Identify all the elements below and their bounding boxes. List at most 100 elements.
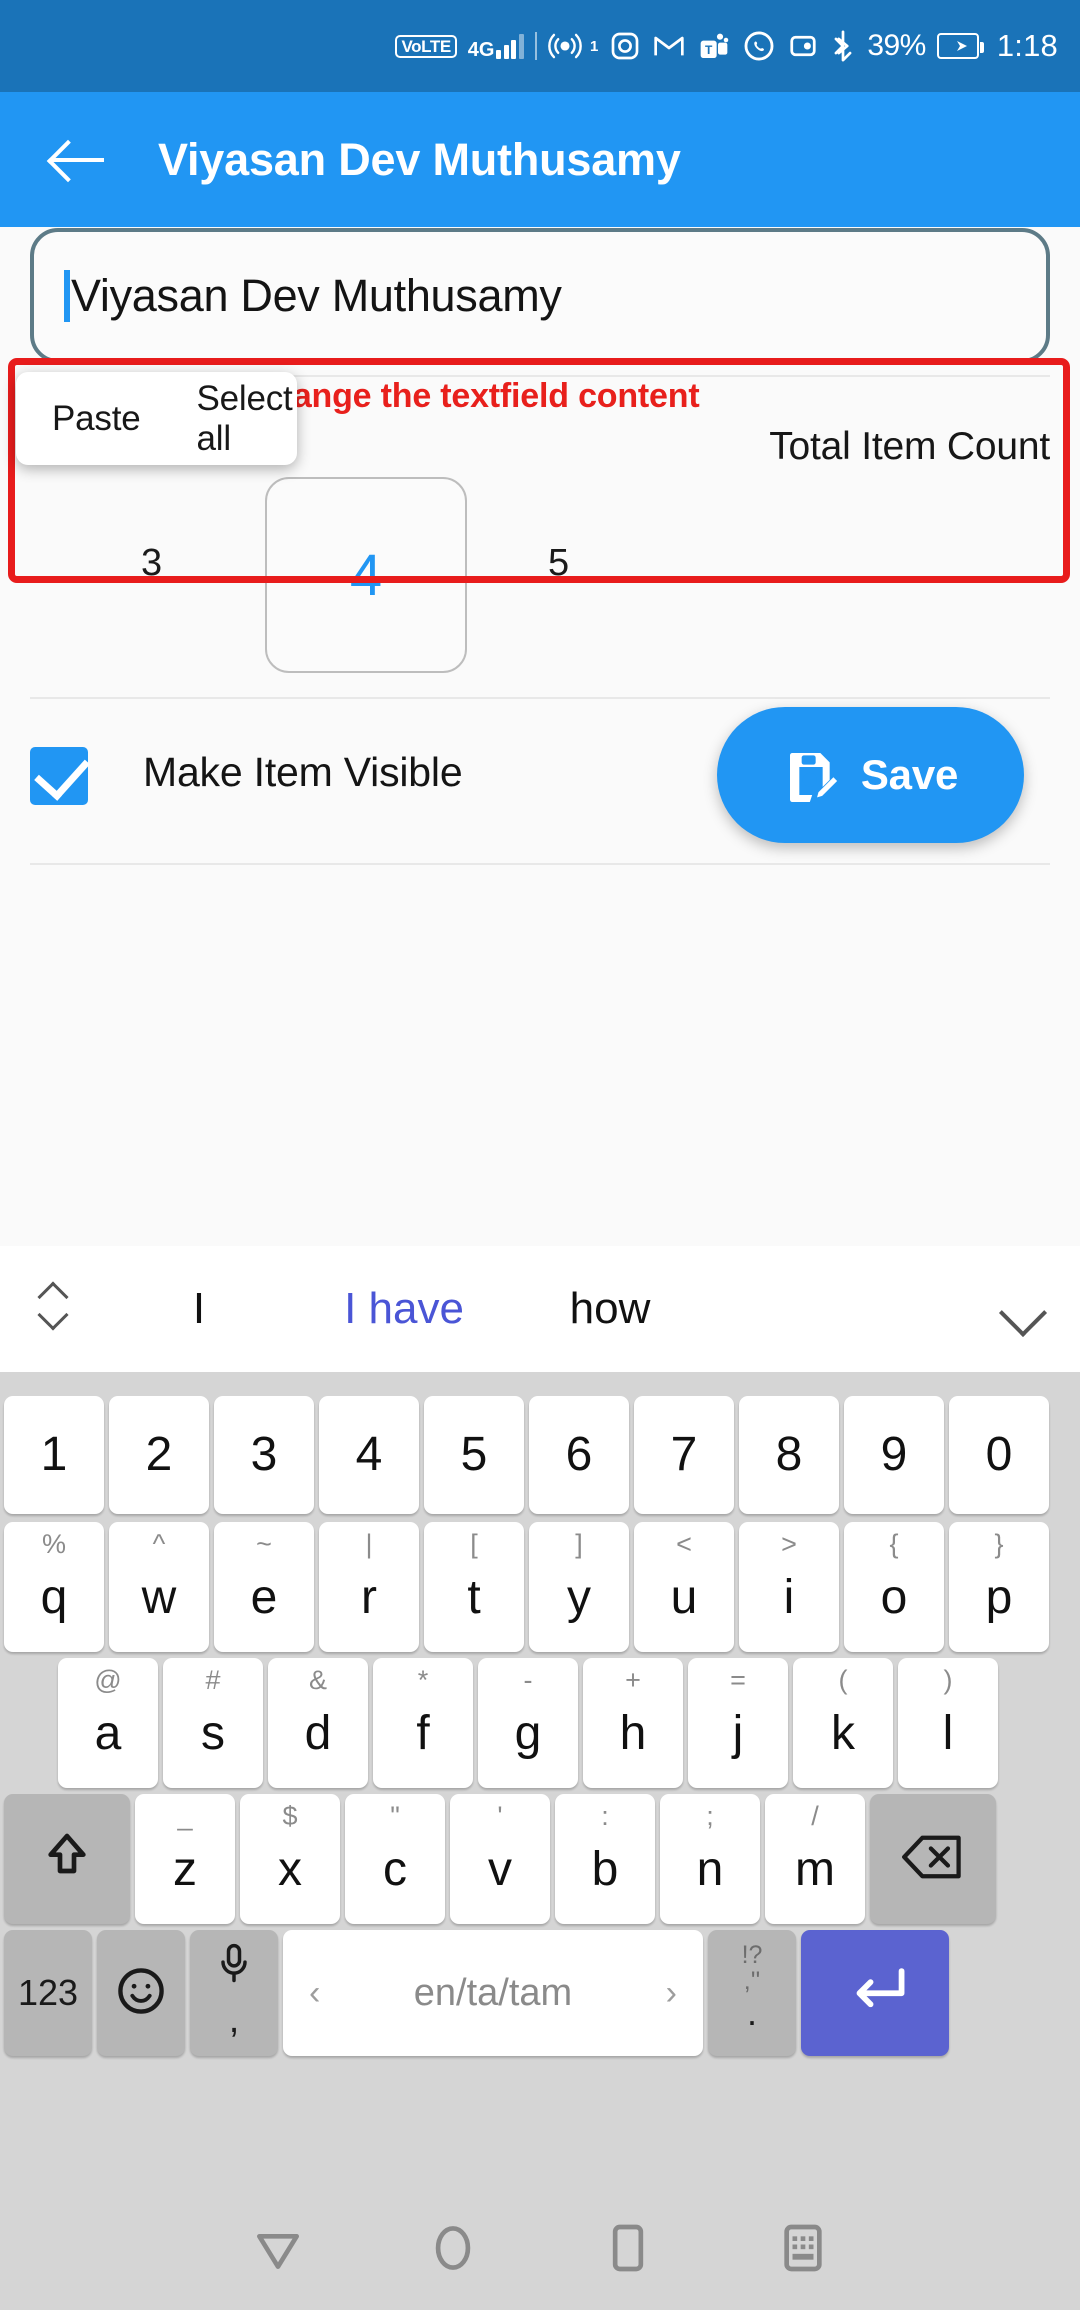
phone-screen: VoLTE 4G 1 T 39% 1:18 Viyasan Dev Muthus… bbox=[0, 0, 1080, 2310]
suggestion-2[interactable]: how bbox=[490, 1284, 730, 1334]
space-key[interactable]: ‹ en/ta/tam › bbox=[283, 1930, 703, 2056]
divider-middle bbox=[30, 697, 1050, 699]
battery-charging-icon bbox=[936, 33, 984, 59]
system-nav-bar bbox=[0, 2186, 1080, 2310]
page-title: Viyasan Dev Muthusamy bbox=[158, 133, 681, 185]
key-u[interactable]: < u bbox=[634, 1522, 734, 1652]
picker-next-value[interactable]: 5 bbox=[548, 542, 569, 585]
key-l[interactable]: ) l bbox=[898, 1658, 998, 1788]
key-q[interactable]: % q bbox=[4, 1522, 104, 1652]
expand-suggestions-icon[interactable] bbox=[36, 1281, 72, 1336]
key-y[interactable]: ] y bbox=[529, 1522, 629, 1652]
period-label: . bbox=[746, 1992, 757, 2033]
name-input-value: Viyasan Dev Muthusamy bbox=[71, 269, 562, 321]
keyboard-row-bottom: 123 , ‹ en/ta/tam › !? ,'' . bbox=[0, 1930, 1080, 2056]
status-divider bbox=[534, 32, 537, 60]
key-x[interactable]: $ x bbox=[240, 1794, 340, 1924]
nav-keyboard-icon[interactable] bbox=[766, 2211, 840, 2285]
nav-recents-icon[interactable] bbox=[591, 2211, 665, 2285]
key-2[interactable]: 2 bbox=[109, 1396, 209, 1514]
key-e[interactable]: ~ e bbox=[214, 1522, 314, 1652]
key-v[interactable]: ' v bbox=[450, 1794, 550, 1924]
gmail-icon bbox=[652, 30, 686, 62]
whatsapp-icon bbox=[742, 29, 776, 63]
svg-text:T: T bbox=[705, 43, 713, 57]
emoji-key[interactable] bbox=[97, 1930, 185, 2056]
picker-selected-box[interactable]: 4 bbox=[265, 477, 467, 673]
enter-key[interactable] bbox=[801, 1930, 949, 2056]
key-r[interactable]: | r bbox=[319, 1522, 419, 1652]
key-j[interactable]: = j bbox=[688, 1658, 788, 1788]
prev-language-icon[interactable]: ‹ bbox=[309, 1974, 320, 2013]
key-a[interactable]: @ a bbox=[58, 1658, 158, 1788]
key-3[interactable]: 3 bbox=[214, 1396, 314, 1514]
hotspot-count-badge: 1 bbox=[589, 37, 599, 55]
divider-bottom bbox=[30, 863, 1050, 865]
key-b[interactable]: :b bbox=[555, 1794, 655, 1924]
text-context-menu[interactable]: Paste Select all bbox=[16, 372, 297, 465]
shift-key[interactable] bbox=[4, 1794, 130, 1924]
period-key[interactable]: !? ,'' . bbox=[708, 1930, 796, 2056]
shift-icon bbox=[39, 1828, 95, 1891]
key-h[interactable]: + h bbox=[583, 1658, 683, 1788]
key-t[interactable]: [t bbox=[424, 1522, 524, 1652]
enter-icon bbox=[844, 1964, 906, 2023]
status-clock: 1:18 bbox=[996, 28, 1058, 63]
teams-icon: T bbox=[697, 30, 731, 62]
key-6[interactable]: 6 bbox=[529, 1396, 629, 1514]
hotspot-icon bbox=[548, 29, 582, 63]
key-7[interactable]: 7 bbox=[634, 1396, 734, 1514]
key-9[interactable]: 9 bbox=[844, 1396, 944, 1514]
item-count-picker[interactable]: 3 4 5 bbox=[0, 467, 1080, 682]
key-c[interactable]: " c bbox=[345, 1794, 445, 1924]
key-i[interactable]: > i bbox=[739, 1522, 839, 1652]
key-z[interactable]: _ z bbox=[135, 1794, 235, 1924]
signal-bars-icon: 4G bbox=[468, 33, 524, 60]
key-k[interactable]: (k bbox=[793, 1658, 893, 1788]
period-key-symbols: !? ,'' bbox=[741, 1941, 763, 1996]
key-p[interactable]: } p bbox=[949, 1522, 1049, 1652]
suggestion-1[interactable]: I have bbox=[288, 1284, 520, 1334]
mic-comma-key[interactable]: , bbox=[190, 1930, 278, 2056]
backspace-key[interactable] bbox=[870, 1794, 996, 1924]
key-n[interactable]: ; n bbox=[660, 1794, 760, 1924]
total-item-count-label: Total Item Count bbox=[769, 425, 1050, 468]
context-menu-select-all[interactable]: Select all bbox=[191, 379, 299, 459]
key-f[interactable]: * f bbox=[373, 1658, 473, 1788]
key-4[interactable]: 4 bbox=[319, 1396, 419, 1514]
wallet-icon bbox=[787, 31, 819, 61]
back-arrow-icon[interactable] bbox=[52, 138, 106, 182]
nav-back-icon[interactable] bbox=[241, 2211, 315, 2285]
numeric-mode-key[interactable]: 123 bbox=[4, 1930, 92, 2056]
context-menu-paste[interactable]: Paste bbox=[46, 399, 147, 439]
name-input[interactable]: Viyasan Dev Muthusamy bbox=[30, 228, 1050, 363]
mic-icon bbox=[215, 1942, 253, 1991]
picker-selected-value: 4 bbox=[349, 542, 383, 608]
key-o[interactable]: {o bbox=[844, 1522, 944, 1652]
key-8[interactable]: 8 bbox=[739, 1396, 839, 1514]
key-s[interactable]: # s bbox=[163, 1658, 263, 1788]
key-g[interactable]: -g bbox=[478, 1658, 578, 1788]
make-item-visible-checkbox[interactable] bbox=[30, 747, 88, 805]
key-d[interactable]: & d bbox=[268, 1658, 368, 1788]
keyboard-row-a: @ a # s & d * f -g + h = j (k ) l bbox=[0, 1658, 1080, 1788]
volte-icon: VoLTE bbox=[395, 34, 457, 58]
status-bar: VoLTE 4G 1 T 39% 1:18 bbox=[0, 0, 1080, 92]
keyboard-row-z: _ z $ x " c ' v :b ; n / m bbox=[0, 1794, 1080, 1924]
keyboard-row-q: % q ^ w ~ e | r [t ] y < u > i {o } p bbox=[0, 1522, 1080, 1652]
key-1[interactable]: 1 bbox=[4, 1396, 104, 1514]
key-0[interactable]: 0 bbox=[949, 1396, 1049, 1514]
save-icon bbox=[783, 746, 839, 805]
save-button-label: Save bbox=[860, 751, 959, 798]
next-language-icon[interactable]: › bbox=[666, 1974, 677, 2013]
on-screen-keyboard: I I have how 1 2 3 4 5 6 7 8 9 0 % q ^ w ~… bbox=[0, 1246, 1080, 2186]
key-m[interactable]: / m bbox=[765, 1794, 865, 1924]
picker-prev-value[interactable]: 3 bbox=[141, 542, 162, 585]
key-w[interactable]: ^ w bbox=[109, 1522, 209, 1652]
suggestion-0[interactable]: I bbox=[114, 1284, 284, 1334]
chevron-down-icon[interactable] bbox=[998, 1288, 1048, 1338]
bluetooth-icon bbox=[830, 29, 856, 63]
key-5[interactable]: 5 bbox=[424, 1396, 524, 1514]
save-button[interactable]: Save bbox=[717, 707, 1024, 843]
nav-home-icon[interactable] bbox=[416, 2211, 490, 2285]
